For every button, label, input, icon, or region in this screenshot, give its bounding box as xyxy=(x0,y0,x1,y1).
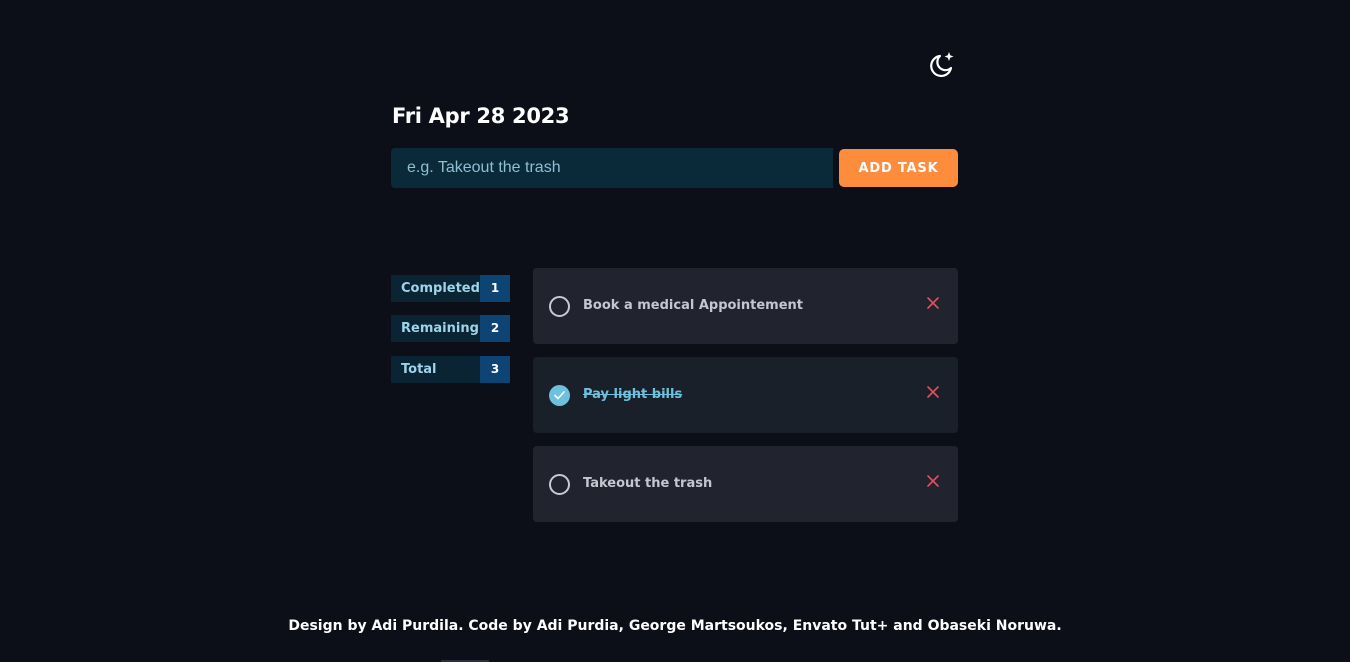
delete-task-button[interactable] xyxy=(925,474,941,490)
stat-label: Remaining xyxy=(391,315,480,342)
task-text: Pay light bills xyxy=(583,387,683,402)
close-icon xyxy=(927,297,939,309)
task-item: Book a medical Appointement xyxy=(533,268,958,344)
new-task-input[interactable] xyxy=(391,148,833,188)
stat-remaining: Remaining 2 xyxy=(391,315,510,342)
theme-toggle-button[interactable] xyxy=(928,51,956,79)
task-item: Pay light bills xyxy=(533,357,958,433)
task-checkbox-checked[interactable] xyxy=(549,385,570,406)
moon-sparkle-icon xyxy=(930,52,954,77)
stat-label: Completed xyxy=(391,275,480,302)
close-icon xyxy=(927,475,939,487)
add-task-button[interactable]: ADD TASK xyxy=(839,149,958,187)
checkmark-icon xyxy=(554,391,565,400)
stat-count-badge: 2 xyxy=(480,315,510,342)
task-item: Takeout the trash xyxy=(533,446,958,522)
delete-task-button[interactable] xyxy=(925,385,941,401)
close-icon xyxy=(927,386,939,398)
stat-total: Total 3 xyxy=(391,356,510,383)
footer-credits: Design by Adi Purdila. Code by Adi Purdi… xyxy=(288,618,1062,634)
delete-task-button[interactable] xyxy=(925,296,941,312)
page-title-date: Fri Apr 28 2023 xyxy=(392,104,570,128)
stat-count-badge: 3 xyxy=(480,356,510,383)
task-checkbox[interactable] xyxy=(549,296,570,317)
task-text: Takeout the trash xyxy=(583,476,713,491)
task-checkbox[interactable] xyxy=(549,474,570,495)
stat-count-badge: 1 xyxy=(480,275,510,302)
stat-label: Total xyxy=(391,356,480,383)
task-text: Book a medical Appointement xyxy=(583,298,804,313)
stat-completed: Completed 1 xyxy=(391,275,510,302)
